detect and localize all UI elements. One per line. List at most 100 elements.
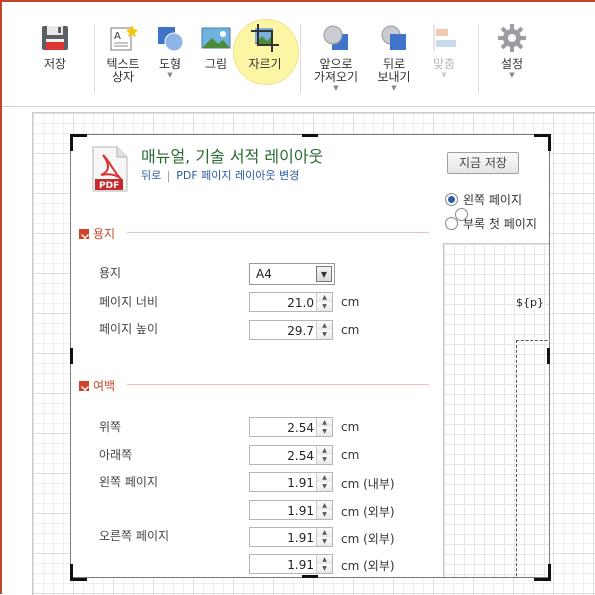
top-margin-label: 위쪽 [99,420,122,434]
page-width-unit: cm [341,295,360,309]
check-icon [79,229,89,239]
top-margin-unit: cm [341,420,360,434]
bottom-margin-label: 아래쪽 [99,448,133,462]
section-margin-title: 여백 [93,379,116,393]
crop-handle-bottom[interactable] [302,575,318,578]
chevron-down-icon: ▼ [167,71,173,79]
preview-placeholder: ${p} [516,296,544,309]
crop-icon [249,22,281,54]
crop-handle-bottom-right[interactable] [534,564,551,581]
align-label: 맞춤 [432,57,456,71]
down-arrow-icon[interactable]: ▼ [317,455,332,464]
picture-icon [200,22,232,54]
crop-handle-right[interactable] [547,348,550,364]
up-arrow-icon[interactable]: ▲ [317,473,332,482]
right-outer-value: 1.91 [287,558,314,572]
save-now-button[interactable]: 지금 저장 [447,152,519,174]
down-arrow-icon[interactable]: ▼ [317,427,332,436]
picture-button[interactable]: 그림 [188,22,244,71]
bottom-margin-unit: cm [341,448,360,462]
crop-handle-top-right[interactable] [534,134,551,151]
up-arrow-icon[interactable]: ▲ [317,321,332,330]
send-backward-icon [378,22,410,54]
left-outer-unit: cm (외부) [341,505,395,519]
up-arrow-icon[interactable]: ▲ [317,418,332,427]
gear-icon [496,22,528,54]
send-backward-label: 뒤로 보내기 [377,57,411,84]
page-width-stepper[interactable]: 21.0 ▲ ▼ [249,292,333,312]
left-outer-value: 1.91 [287,504,314,518]
pdf-icon: PDF [89,145,129,193]
save-icon [39,22,71,54]
shape-icon [154,22,186,54]
toolbar: 저장 A 텍스트 상자 도형 ▼ 그림 자르기 앞으로 가져오기 ▼ 뒤로 보내… [2,2,595,107]
stepper-arrows[interactable]: ▲ ▼ [316,528,332,546]
settings-label: 설정 [500,57,524,71]
page-layout-panel: PDF 매뉴얼, 기술 서적 레이아웃 뒤로 PDF 페이지 레이아웃 변경 지금… [70,134,550,578]
down-arrow-icon[interactable]: ▼ [317,330,332,339]
stepper-arrows[interactable]: ▲ ▼ [316,473,332,491]
up-arrow-icon[interactable]: ▲ [317,293,332,302]
top-margin-stepper[interactable]: 2.54 ▲ ▼ [249,417,333,437]
save-button[interactable]: 저장 [27,22,83,71]
crop-handle-top[interactable] [302,134,318,137]
section-paper-header: 용지 [79,225,115,242]
down-arrow-icon[interactable]: ▼ [317,564,332,573]
left-inner-stepper[interactable]: 1.91 ▲ ▼ [249,472,333,492]
right-inner-unit: cm (외부) [341,532,395,546]
chevron-down-icon: ▼ [391,84,397,92]
dialog-links: 뒤로 PDF 페이지 레이아웃 변경 [141,167,299,183]
stepper-arrows[interactable]: ▲ ▼ [316,555,332,573]
crop-handle-left[interactable] [70,348,73,364]
right-page-label: 오른쪽 페이지 [99,529,170,543]
radio-selected-icon [445,193,458,206]
link-divider [168,170,170,182]
send-backward-button[interactable]: 뒤로 보내기 ▼ [366,22,422,92]
stepper-arrows[interactable]: ▲ ▼ [316,446,332,464]
bottom-margin-stepper[interactable]: 2.54 ▲ ▼ [249,445,333,465]
down-arrow-icon[interactable]: ▼ [317,302,332,311]
right-inner-stepper[interactable]: 1.91 ▲ ▼ [249,527,333,547]
bring-forward-label: 앞으로 가져오기 [313,57,359,84]
down-arrow-icon[interactable]: ▼ [317,510,332,519]
up-arrow-icon[interactable]: ▲ [317,501,332,510]
section-divider [127,232,429,233]
up-arrow-icon[interactable]: ▲ [317,528,332,537]
radio-left-page-label: 왼쪽 페이지 [463,193,523,207]
crop-label: 자르기 [248,57,282,71]
bottom-margin-value: 2.54 [287,449,314,463]
change-layout-link[interactable]: PDF 페이지 레이아웃 변경 [176,169,299,182]
crop-handle-top-left[interactable] [70,134,87,151]
stepper-arrows[interactable]: ▲ ▼ [316,321,332,339]
page-height-stepper[interactable]: 29.7 ▲ ▼ [249,320,333,340]
align-icon [428,22,460,54]
align-button[interactable]: 맞춤 ▼ [416,22,472,79]
picture-label: 그림 [204,57,228,71]
right-outer-stepper[interactable]: 1.91 ▲ ▼ [249,554,333,574]
down-arrow-icon[interactable]: ▼ [317,482,332,491]
page-height-value: 29.7 [287,324,314,338]
stepper-arrows[interactable]: ▲ ▼ [316,418,332,436]
up-arrow-icon[interactable]: ▲ [317,555,332,564]
crop-button[interactable]: 자르기 [237,22,293,71]
right-outer-unit: cm (외부) [341,559,395,573]
page-height-label: 페이지 높이 [99,322,159,336]
bring-forward-button[interactable]: 앞으로 가져오기 ▼ [308,22,364,92]
check-icon [79,381,89,391]
up-arrow-icon[interactable]: ▲ [317,446,332,455]
paper-select[interactable]: A4 ▼ [249,263,335,285]
left-page-label: 왼쪽 페이지 [99,475,159,489]
paper-label: 용지 [99,266,122,280]
left-outer-stepper[interactable]: 1.91 ▲ ▼ [249,500,333,520]
back-link[interactable]: 뒤로 [141,169,161,182]
stepper-arrows[interactable]: ▲ ▼ [316,501,332,519]
left-inner-value: 1.91 [287,476,314,490]
section-margin-header: 여백 [79,377,115,394]
down-arrow-icon[interactable]: ▼ [317,537,332,546]
crop-handle-bottom-left[interactable] [70,564,87,581]
radio-appendix-first[interactable]: 부록 첫 페이지 [445,215,537,232]
stepper-arrows[interactable]: ▲ ▼ [316,293,332,311]
right-inner-value: 1.91 [287,531,314,545]
settings-button[interactable]: 설정 ▼ [484,22,540,79]
left-inner-unit: cm (내부) [341,477,395,491]
